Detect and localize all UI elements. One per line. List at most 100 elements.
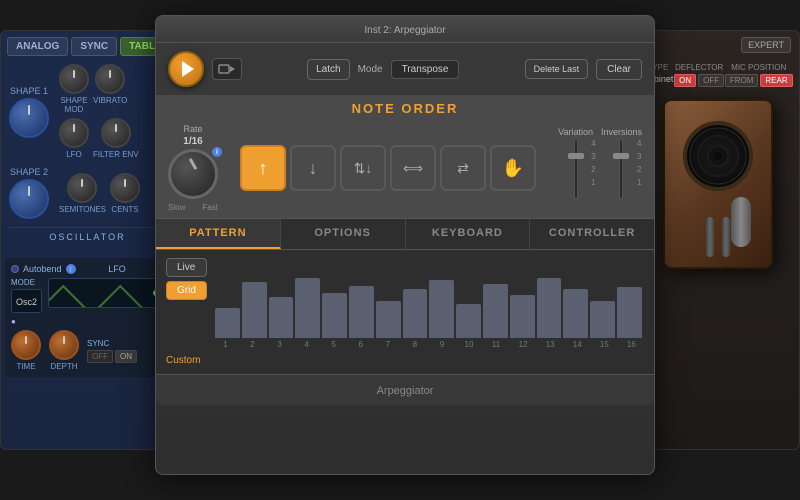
semitones-knob[interactable] bbox=[67, 173, 97, 203]
play-button[interactable] bbox=[168, 51, 204, 87]
pattern-bar-14[interactable] bbox=[563, 289, 588, 338]
shape-mod-knob[interactable] bbox=[59, 64, 89, 94]
lfo-section: Autobend i LFO ● MODE Osc2 ● bbox=[5, 258, 170, 377]
rate-label: Rate bbox=[183, 124, 202, 134]
lfo-graph bbox=[48, 278, 164, 308]
dir-updown-button[interactable]: ⇅↓ bbox=[340, 145, 386, 191]
sync-off-btn[interactable]: OFF bbox=[87, 350, 113, 363]
time-knob-container: TIME bbox=[11, 330, 41, 371]
time-label: TIME bbox=[16, 362, 35, 371]
delete-last-button[interactable]: Delete Last bbox=[525, 59, 589, 80]
mode-label: Mode bbox=[358, 64, 383, 75]
rate-value: 1/16 bbox=[183, 136, 202, 147]
variation-section: Variation 4 3 2 1 Inversions bbox=[558, 127, 642, 209]
tab-keyboard[interactable]: KEYBOARD bbox=[406, 219, 531, 249]
vibrato-label: VIBRATO bbox=[93, 96, 127, 105]
bottom-bar: Arpeggiator bbox=[156, 374, 654, 405]
sync-on-btn[interactable]: ON bbox=[115, 350, 137, 363]
grid-button[interactable]: Grid bbox=[166, 281, 207, 300]
latch-button[interactable]: Latch bbox=[307, 59, 349, 80]
variation-slider[interactable]: 4 3 2 1 bbox=[566, 139, 586, 209]
pattern-bar-3[interactable] bbox=[269, 297, 294, 338]
mode-value: Osc2 bbox=[16, 297, 37, 307]
rate-info-icon: i bbox=[212, 147, 222, 157]
live-button[interactable]: Live bbox=[166, 258, 207, 277]
pattern-bar-10[interactable] bbox=[456, 304, 481, 338]
pattern-bar-4[interactable] bbox=[295, 278, 320, 338]
inversions-thumb[interactable] bbox=[613, 153, 629, 159]
rate-section: Rate 1/16 i Slow Fast bbox=[168, 124, 218, 212]
expert-button[interactable]: EXPERT bbox=[741, 37, 791, 53]
var-num-1: 1 bbox=[591, 178, 595, 187]
shape-mod-label: SHAPEMOD bbox=[60, 96, 87, 114]
tab-options[interactable]: OPTIONS bbox=[281, 219, 406, 249]
cents-label: CENTS bbox=[111, 205, 138, 214]
dir-up-button[interactable]: ↑ bbox=[240, 145, 286, 191]
pattern-bar-16[interactable] bbox=[617, 287, 642, 338]
shape1-knob[interactable] bbox=[9, 98, 49, 138]
rate-knob[interactable] bbox=[168, 149, 218, 199]
pattern-bar-12[interactable] bbox=[510, 295, 535, 339]
cents-knob[interactable] bbox=[110, 173, 140, 203]
tabs-row: PATTERN OPTIONS KEYBOARD CONTROLLER bbox=[156, 218, 654, 250]
clear-button[interactable]: Clear bbox=[596, 59, 642, 80]
tab-analog[interactable]: ANALOG bbox=[7, 37, 68, 56]
right-panel-cabinet: EXPERT TYPE Cabinet DEFLECTOR ON OFF MIC… bbox=[635, 30, 800, 450]
sync-toggle: OFF ON bbox=[87, 350, 137, 363]
custom-label: Custom bbox=[166, 355, 644, 366]
dir-hold-button[interactable]: ✋ bbox=[490, 145, 536, 191]
deflector-off-btn[interactable]: OFF bbox=[698, 74, 724, 87]
lfo-info-icon: i bbox=[66, 264, 76, 274]
pattern-bar-8[interactable] bbox=[403, 289, 428, 338]
shape2-knob[interactable] bbox=[9, 179, 49, 219]
bars-container bbox=[213, 258, 644, 338]
filter-env-knob[interactable] bbox=[101, 118, 131, 148]
pattern-bar-11[interactable] bbox=[483, 284, 508, 338]
cents-knob-container: CENTS bbox=[110, 173, 140, 214]
inversions-label: Inversions bbox=[601, 127, 642, 137]
pattern-bar-1[interactable] bbox=[215, 308, 240, 338]
vibrato-knob-container: VIBRATO bbox=[93, 64, 127, 114]
deflector-on-btn[interactable]: ON bbox=[674, 74, 696, 87]
pattern-bar-7[interactable] bbox=[376, 301, 401, 339]
inversions-slider[interactable]: 4 3 2 1 bbox=[611, 139, 631, 209]
dir-down-button[interactable]: ↓ bbox=[290, 145, 336, 191]
time-knob[interactable] bbox=[11, 330, 41, 360]
mic-rear-btn[interactable]: REAR bbox=[760, 74, 792, 87]
note-order-title: NOTE ORDER bbox=[168, 101, 642, 116]
play-icon bbox=[182, 61, 194, 77]
depth-knob[interactable] bbox=[49, 330, 79, 360]
pattern-bar-5[interactable] bbox=[322, 293, 347, 338]
lfo-knob[interactable] bbox=[59, 118, 89, 148]
inv-num-1: 1 bbox=[637, 178, 641, 187]
variation-thumb[interactable] bbox=[568, 153, 584, 159]
shape2-label: SHAPE 2 bbox=[9, 167, 49, 177]
tab-sync[interactable]: SYNC bbox=[71, 37, 117, 56]
record-button[interactable] bbox=[212, 58, 242, 80]
bar-num-10: 10 bbox=[456, 340, 481, 349]
bar-num-14: 14 bbox=[565, 340, 590, 349]
mic-front-btn[interactable]: FROM bbox=[725, 74, 759, 87]
bar-num-13: 13 bbox=[538, 340, 563, 349]
pattern-bar-15[interactable] bbox=[590, 301, 615, 339]
pattern-bar-6[interactable] bbox=[349, 286, 374, 339]
pattern-bar-9[interactable] bbox=[429, 280, 454, 339]
pattern-bar-13[interactable] bbox=[537, 278, 562, 338]
lfo-header: Autobend i LFO ● bbox=[11, 264, 164, 274]
inv-num-2: 2 bbox=[637, 165, 641, 174]
mode-value: Transpose bbox=[391, 60, 460, 79]
vibrato-knob[interactable] bbox=[95, 64, 125, 94]
cabinet-vent-1 bbox=[706, 217, 714, 257]
pattern-bar-2[interactable] bbox=[242, 282, 267, 338]
depth-label: DEPTH bbox=[50, 362, 77, 371]
dir-spread-button[interactable]: ⟺ bbox=[390, 145, 436, 191]
left-panel-oscillator: ANALOG SYNC TABLE SHAPE 1 SHAPEMOD VIBRA… bbox=[0, 30, 175, 450]
direction-buttons: ↑ ↓ ⇅↓ ⟺ ⇄ ✋ bbox=[226, 145, 550, 191]
dir-random-button[interactable]: ⇄ bbox=[440, 145, 486, 191]
cabinet-body bbox=[663, 99, 773, 269]
tab-controller[interactable]: CONTROLLER bbox=[530, 219, 654, 249]
bar-num-3: 3 bbox=[267, 340, 292, 349]
tab-pattern[interactable]: PATTERN bbox=[156, 219, 281, 249]
shape1-row: SHAPE 1 SHAPEMOD VIBRATO bbox=[9, 64, 166, 159]
shape2-row: SHAPE 2 SEMITONES CENTS bbox=[9, 167, 166, 219]
